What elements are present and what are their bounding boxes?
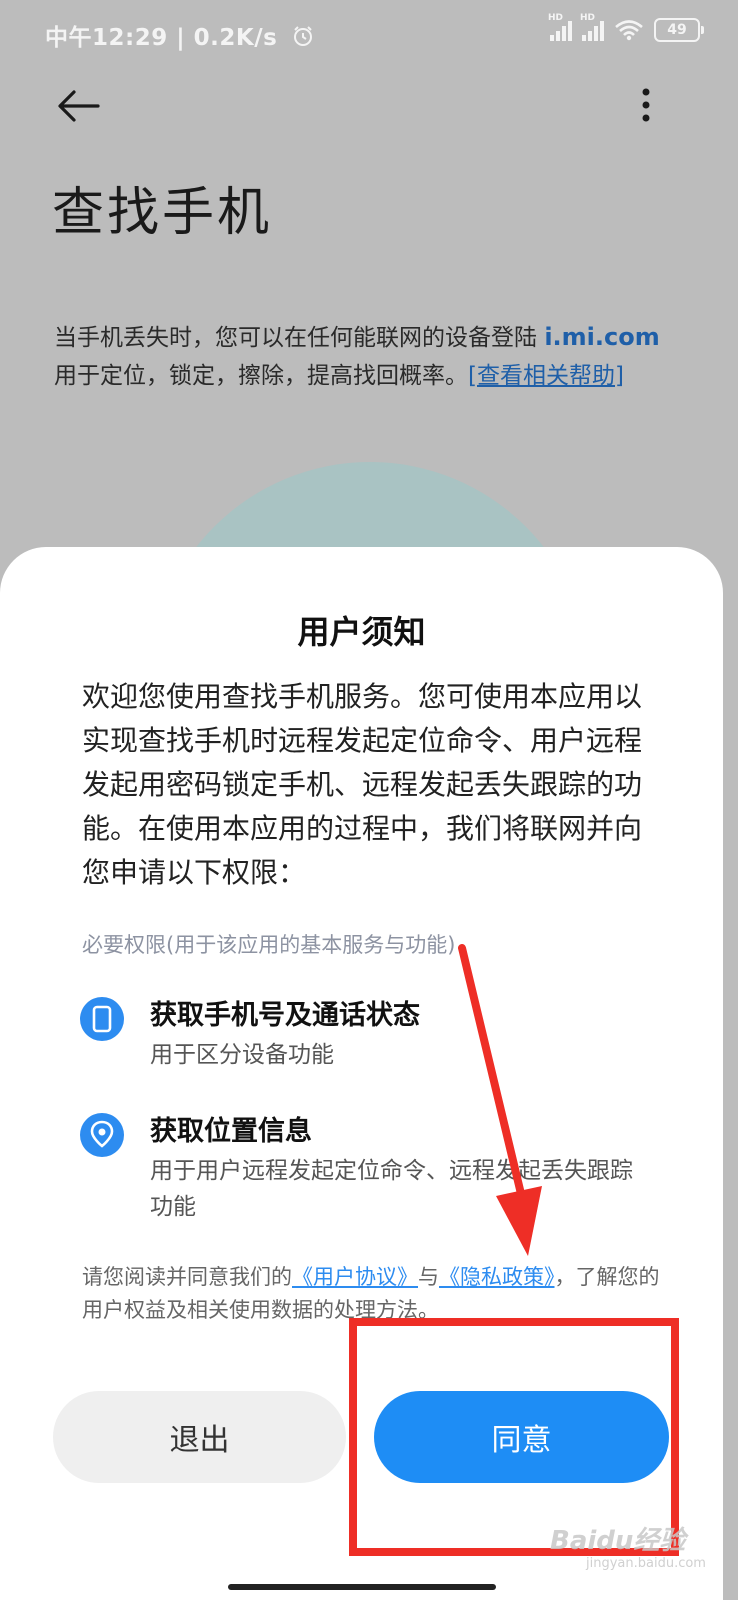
permission-name: 获取手机号及通话状态 bbox=[150, 1000, 420, 1031]
signal-icon-2: HD bbox=[580, 13, 604, 41]
exit-button[interactable]: 退出 bbox=[53, 1391, 346, 1483]
page-title: 查找手机 bbox=[52, 183, 273, 243]
permission-name: 获取位置信息 bbox=[150, 1116, 312, 1147]
wifi-icon bbox=[615, 20, 643, 41]
permission-desc: 用于用户远程发起定位命令、远程发起丢失跟踪功能 bbox=[150, 1158, 633, 1220]
phone-icon bbox=[80, 997, 124, 1041]
network-speed: 0.2K/s bbox=[193, 25, 278, 51]
privacy-policy-link[interactable]: 《隐私政策》 bbox=[439, 1265, 555, 1289]
more-options-icon[interactable] bbox=[636, 86, 656, 126]
watermark-logo: Baidu经验 bbox=[550, 1526, 686, 1556]
status-time: 中午12:29 bbox=[45, 25, 168, 51]
permission-desc: 用于区分设备功能 bbox=[150, 1042, 334, 1068]
page-description: 当手机丢失时，您可以在任何能联网的设备登陆 i.mi.com 用于定位，锁定，擦… bbox=[54, 323, 660, 389]
domain-link[interactable]: i.mi.com bbox=[544, 323, 659, 351]
permissions-header: 必要权限(用于该应用的基本服务与功能) bbox=[82, 933, 456, 957]
alarm-icon bbox=[293, 26, 312, 46]
battery-indicator: 49 bbox=[654, 18, 704, 42]
watermark-url: jingyan.baidu.com bbox=[586, 1556, 706, 1571]
help-link[interactable]: [查看相关帮助] bbox=[468, 363, 624, 389]
signal-icon: HD bbox=[548, 13, 572, 41]
user-agreement-link[interactable]: 《用户协议》 bbox=[292, 1265, 418, 1289]
location-pin-icon bbox=[80, 1113, 124, 1157]
status-right: HD HD 49 bbox=[548, 13, 704, 42]
status-bar: 中午12:29 | 0.2K/s HD HD 49 bbox=[0, 0, 738, 66]
status-left: 中午12:29 | 0.2K/s bbox=[45, 18, 314, 52]
home-indicator[interactable] bbox=[228, 1584, 496, 1590]
dialog-intro: 欢迎您使用查找手机服务。您可使用本应用以实现查找手机时远程发起定位命令、用户远程… bbox=[82, 680, 643, 889]
back-arrow-icon[interactable] bbox=[56, 86, 102, 126]
dialog-title: 用户须知 bbox=[297, 613, 426, 651]
